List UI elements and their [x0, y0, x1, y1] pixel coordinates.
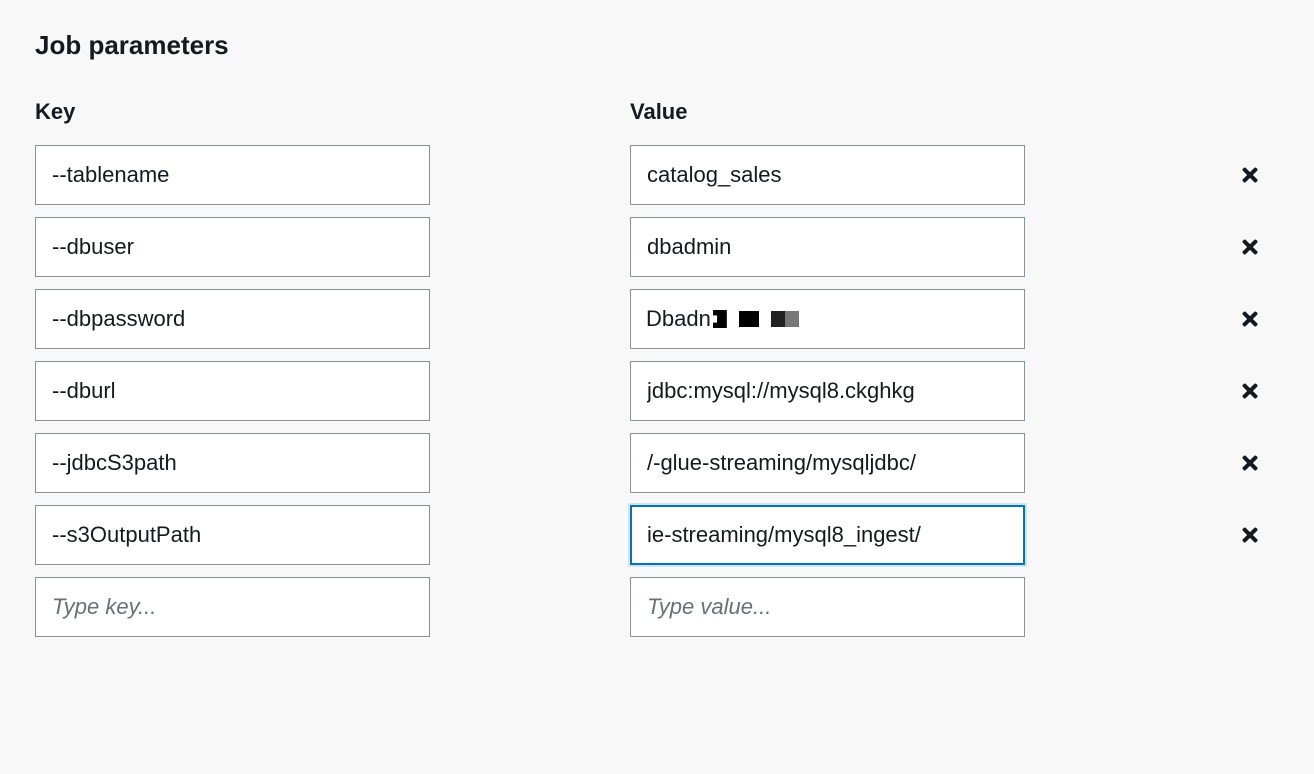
parameter-row	[35, 433, 1279, 493]
delete-parameter-button[interactable]	[1225, 228, 1275, 266]
close-icon	[1239, 308, 1261, 330]
delete-parameter-button[interactable]	[1225, 444, 1275, 482]
parameter-row	[35, 505, 1279, 565]
parameter-row	[35, 145, 1279, 205]
parameter-value-input[interactable]	[630, 145, 1025, 205]
parameter-key-input[interactable]	[35, 289, 430, 349]
close-icon	[1239, 524, 1261, 546]
parameter-value-input[interactable]	[630, 505, 1025, 565]
parameter-row	[35, 217, 1279, 277]
delete-parameter-button[interactable]	[1225, 156, 1275, 194]
parameter-key-input[interactable]	[35, 145, 430, 205]
section-title: Job parameters	[35, 30, 1279, 61]
parameter-value-input[interactable]	[630, 433, 1025, 493]
parameter-key-input[interactable]	[35, 505, 430, 565]
new-parameter-value-input[interactable]	[630, 577, 1025, 637]
close-icon	[1239, 164, 1261, 186]
parameter-key-input[interactable]	[35, 433, 430, 493]
parameter-value-input[interactable]	[630, 289, 1025, 349]
delete-parameter-button[interactable]	[1225, 516, 1275, 554]
parameter-row: Dbadn	[35, 289, 1279, 349]
value-column-header: Value	[630, 99, 1025, 125]
delete-parameter-button[interactable]	[1225, 300, 1275, 338]
new-parameter-key-input[interactable]	[35, 577, 430, 637]
close-icon	[1239, 236, 1261, 258]
header-row: Key Value	[35, 99, 1279, 137]
close-icon	[1239, 452, 1261, 474]
parameter-value-input[interactable]	[630, 361, 1025, 421]
key-column-header: Key	[35, 99, 430, 125]
close-icon	[1239, 380, 1261, 402]
parameter-value-input[interactable]	[630, 217, 1025, 277]
parameter-key-input[interactable]	[35, 217, 430, 277]
parameter-row	[35, 361, 1279, 421]
delete-parameter-button[interactable]	[1225, 372, 1275, 410]
parameter-key-input[interactable]	[35, 361, 430, 421]
parameter-row-new	[35, 577, 1279, 637]
